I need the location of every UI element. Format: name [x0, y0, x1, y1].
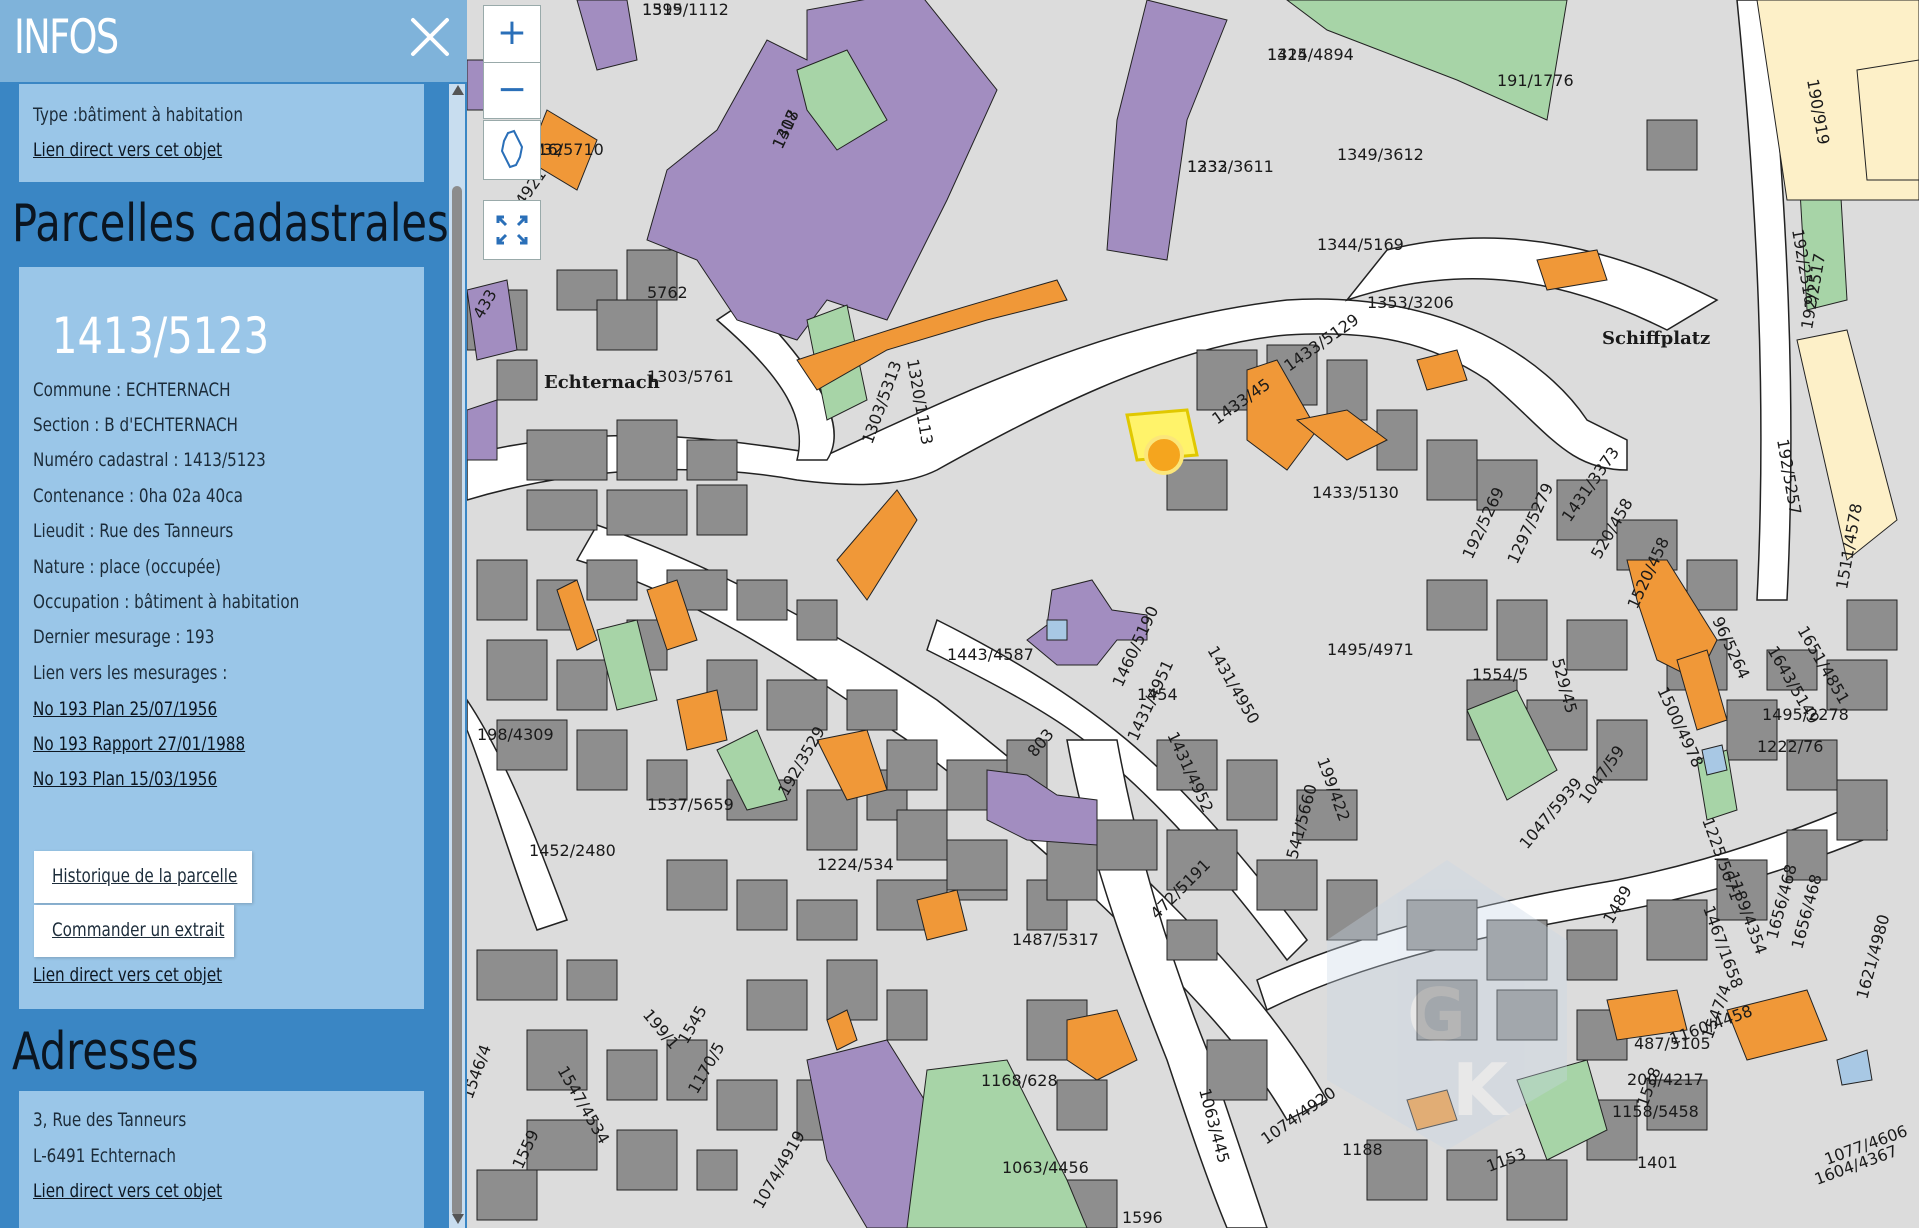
parcel-label: 1425	[1267, 45, 1308, 64]
parcel-label: 1353/3206	[1367, 293, 1454, 312]
mesurages-label: Lien vers les mesurages :	[33, 662, 228, 684]
zoom-control: + −	[483, 5, 541, 119]
parcel-label: 5762	[647, 283, 688, 302]
address-direct-link[interactable]: Lien direct vers cet objet	[33, 1180, 222, 1202]
parcel-history-label: Historique de la parcelle	[52, 865, 238, 887]
place-name-label: Schiffplatz	[1602, 328, 1710, 349]
parcel-label: 1495/4971	[1327, 640, 1414, 659]
parcel-label: 1158/5458	[1612, 1102, 1699, 1121]
parcel-direct-link[interactable]: Lien direct vers cet objet	[33, 964, 222, 986]
parcel-label: 1452/2480	[529, 841, 616, 860]
parcel-label: 1168/628	[981, 1071, 1058, 1090]
object-info-box: Type :bâtiment à habitation Lien direct …	[19, 84, 424, 182]
parcel-section: Section : B d'ECHTERNACH	[33, 414, 238, 436]
parcel-label: 1349/3612	[1337, 145, 1424, 164]
mesurage-link[interactable]: No 193 Rapport 27/01/1988	[33, 733, 245, 755]
svg-text:G: G	[1407, 973, 1466, 1057]
parcel-label: 1222/76	[1757, 737, 1823, 756]
parcel-label: 1401	[1637, 1153, 1678, 1172]
info-panel: INFOS Type :bâtiment à habitation Lien d…	[0, 0, 467, 1228]
parcel-commune: Commune : ECHTERNACH	[33, 379, 231, 401]
parcel-label: 1433/5130	[1312, 483, 1399, 502]
object-type: Type :bâtiment à habitation	[33, 104, 243, 126]
parcel-number: 1413/5123	[52, 307, 270, 365]
luxembourg-outline-icon	[500, 129, 524, 169]
order-extract-label: Commander un extrait	[52, 919, 225, 941]
cadastral-map[interactable]: G K 1315/11121314/48941316/571013181304/…	[467, 0, 1919, 1228]
close-icon[interactable]	[405, 12, 455, 62]
country-extent-button[interactable]	[483, 120, 541, 180]
parcel-history-button[interactable]: Historique de la parcelle	[34, 851, 252, 903]
parcel-label: 1188	[1342, 1140, 1383, 1159]
parcel-numero: Numéro cadastral : 1413/5123	[33, 449, 266, 471]
scroll-down-arrow-icon[interactable]	[452, 1214, 464, 1224]
parcel-label: 1487/5317	[1012, 930, 1099, 949]
parcel-label: 191/1776	[1497, 71, 1574, 90]
parcel-nature: Nature : place (occupée)	[33, 556, 221, 578]
order-extract-button[interactable]: Commander un extrait	[34, 905, 234, 957]
parcel-label: 1344/5169	[1317, 235, 1404, 254]
parcel-label: 1599	[642, 0, 683, 19]
scroll-up-arrow-icon[interactable]	[452, 85, 464, 95]
parcel-label: 1554/5	[1472, 665, 1528, 684]
parcel-label: 1443/4587	[947, 645, 1034, 664]
addresses-heading: Adresses	[12, 1022, 199, 1082]
parcel-label: 1303/5761	[647, 367, 734, 386]
object-direct-link[interactable]: Lien direct vers cet objet	[33, 139, 222, 161]
map-canvas[interactable]: G K 1315/11121314/48941316/571013181304/…	[467, 0, 1919, 1228]
zoom-out-button[interactable]: −	[484, 63, 540, 119]
mesurage-link[interactable]: No 193 Plan 25/07/1956	[33, 698, 217, 720]
address-street: 3, Rue des Tanneurs	[33, 1109, 187, 1131]
scrollbar-thumb[interactable]	[452, 186, 462, 1216]
parcel-label: 198/4309	[477, 725, 554, 744]
parcel-label: 1233	[1187, 157, 1228, 176]
panel-title: INFOS	[14, 10, 119, 65]
zoom-in-button[interactable]: +	[484, 6, 540, 62]
parcel-label: 1537/5659	[647, 795, 734, 814]
parcel-label: 1596	[1122, 1208, 1163, 1227]
parcel-label: 1224/534	[817, 855, 894, 874]
fullscreen-button[interactable]	[483, 200, 541, 260]
parcel-occupation: Occupation : bâtiment à habitation	[33, 591, 300, 613]
parcels-heading: Parcelles cadastrales	[12, 194, 449, 254]
address-info-box: 3, Rue des Tanneurs L-6491 Echternach Li…	[19, 1091, 424, 1228]
parcel-info-box: 1413/5123 Commune : ECHTERNACH Section :…	[19, 267, 424, 1009]
mesurage-link[interactable]: No 193 Plan 15/03/1956	[33, 768, 217, 790]
location-marker-icon	[1144, 435, 1184, 475]
parcel-dernier-mesurage: Dernier mesurage : 193	[33, 626, 215, 648]
svg-text:K: K	[1452, 1048, 1510, 1132]
parcel-lieudit: Lieudit : Rue des Tanneurs	[33, 520, 234, 542]
fullscreen-icon	[496, 215, 528, 245]
panel-header: INFOS	[0, 0, 467, 82]
place-name-label: Echternach	[544, 372, 660, 393]
parcel-label: 1063/4456	[1002, 1158, 1089, 1177]
address-city: L-6491 Echternach	[33, 1145, 177, 1167]
parcel-contenance: Contenance : 0ha 02a 40ca	[33, 485, 243, 507]
